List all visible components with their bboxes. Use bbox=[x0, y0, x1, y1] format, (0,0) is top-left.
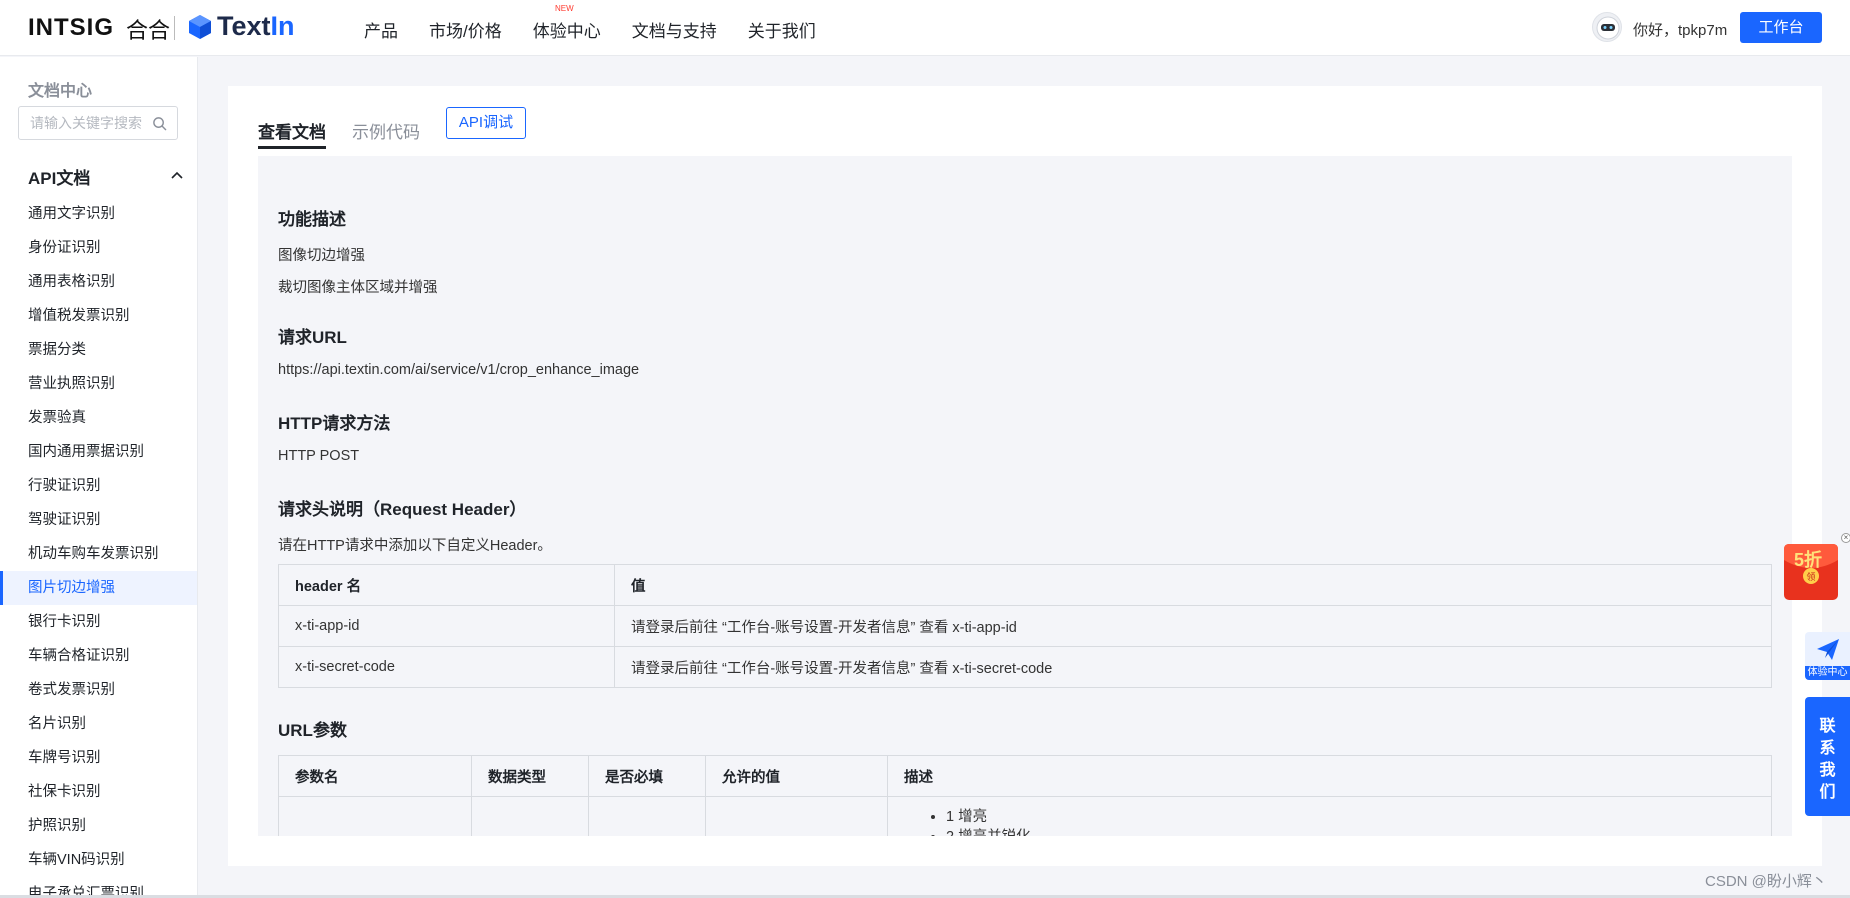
promo-badge-text: 领 bbox=[1806, 571, 1815, 583]
nav-docs-support[interactable]: 文档与支持 bbox=[632, 17, 717, 42]
workspace-button[interactable]: 工作台 bbox=[1740, 12, 1822, 43]
sidebar-item-business-card[interactable]: 名片识别 bbox=[0, 707, 197, 741]
chevron-up-icon[interactable] bbox=[170, 168, 184, 182]
sidebar-item-license-plate[interactable]: 车牌号识别 bbox=[0, 741, 197, 775]
sidebar-item-table[interactable]: 通用表格识别 bbox=[0, 265, 197, 299]
table-cell bbox=[471, 796, 589, 836]
new-badge: NEW bbox=[555, 4, 574, 13]
table-row: 1 增亮 2 增亮并锐化 bbox=[278, 796, 1772, 836]
nav-experience-center[interactable]: 体验中心 bbox=[533, 17, 601, 42]
promo-close-icon[interactable]: × bbox=[1841, 533, 1850, 543]
promo-discount-badge[interactable]: 领 5折 bbox=[1782, 540, 1840, 602]
sidebar-item-receipt-classify[interactable]: 票据分类 bbox=[0, 333, 197, 367]
main-nav: 产品 市场/价格 NEW 体验中心 文档与支持 关于我们 bbox=[364, 4, 847, 42]
list-item: 2 增亮并锐化 bbox=[946, 827, 1771, 836]
intsig-logo[interactable]: INTSIG bbox=[28, 14, 114, 42]
section-heading-request-header: 请求头说明（Request Header） bbox=[278, 500, 527, 519]
nav-products[interactable]: 产品 bbox=[364, 17, 398, 42]
table-cell: x-ti-secret-code bbox=[278, 646, 615, 688]
tab-api-debug-button[interactable]: API调试 bbox=[446, 107, 526, 139]
search-input[interactable] bbox=[30, 107, 155, 139]
sidebar-item-vehicle-purchase-invoice[interactable]: 机动车购车发票识别 bbox=[0, 537, 197, 571]
table-cell: 请登录后前往 “工作台-账号设置-开发者信息” 查看 x-ti-secret-c… bbox=[614, 646, 1772, 688]
logo-divider bbox=[174, 16, 175, 40]
sidebar-item-bank-card[interactable]: 银行卡识别 bbox=[0, 605, 197, 639]
column-header-value: 值 bbox=[614, 564, 1772, 606]
table-cell: 请登录后前往 “工作台-账号设置-开发者信息” 查看 x-ti-app-id bbox=[614, 605, 1772, 647]
table-cell bbox=[588, 796, 706, 836]
sidebar-item-id-card[interactable]: 身份证识别 bbox=[0, 231, 197, 265]
sidebar-title: 文档中心 bbox=[28, 83, 93, 100]
table-row: x-ti-app-id 请登录后前往 “工作台-账号设置-开发者信息” 查看 x… bbox=[278, 605, 1772, 647]
table-cell bbox=[705, 796, 888, 836]
header-table: header 名 值 x-ti-app-id 请登录后前往 “工作台-账号设置-… bbox=[278, 564, 1772, 688]
promo-text: 5折 bbox=[1794, 550, 1823, 570]
http-method-value: HTTP POST bbox=[278, 448, 360, 464]
function-line-2: 裁切图像主体区域并增强 bbox=[278, 280, 438, 296]
sidebar-menu: 通用文字识别 身份证识别 通用表格识别 增值税发票识别 票据分类 营业执照识别 … bbox=[0, 197, 197, 898]
api-doc-panel: 功能描述 图像切边增强 裁切图像主体区域并增强 请求URL https://ap… bbox=[258, 156, 1792, 836]
search-icon[interactable] bbox=[152, 116, 167, 131]
experience-center-widget[interactable]: 体验中心 bbox=[1805, 632, 1850, 680]
sidebar-item-driver-license[interactable]: 驾驶证识别 bbox=[0, 503, 197, 537]
tab-view-docs[interactable]: 查看文档 bbox=[258, 118, 326, 149]
table-header-row: 参数名 数据类型 是否必填 允许的值 描述 bbox=[278, 755, 1772, 797]
sidebar-item-invoice-verify[interactable]: 发票验真 bbox=[0, 401, 197, 435]
main-content-card: 查看文档 示例代码 API调试 功能描述 图像切边增强 裁切图像主体区域并增强 … bbox=[228, 86, 1822, 866]
contact-us-button[interactable]: 联系我们 bbox=[1805, 697, 1850, 816]
section-heading-function: 功能描述 bbox=[278, 210, 346, 229]
nav-market-pricing[interactable]: 市场/价格 NEW bbox=[429, 4, 574, 42]
request-header-desc: 请在HTTP请求中添加以下自定义Header。 bbox=[278, 538, 552, 554]
sidebar-item-domestic-receipt[interactable]: 国内通用票据识别 bbox=[0, 435, 197, 469]
column-header-required: 是否必填 bbox=[588, 755, 706, 797]
column-header-description: 描述 bbox=[887, 755, 1772, 797]
sidebar-item-crop-enhance[interactable]: 图片切边增强 bbox=[0, 571, 197, 605]
top-navbar: INTSIG 合合 TextIn 产品 市场/价格 NEW 体验中心 文档与支持 … bbox=[0, 0, 1850, 56]
table-row: x-ti-secret-code 请登录后前往 “工作台-账号设置-开发者信息”… bbox=[278, 646, 1772, 688]
section-title: API文档 bbox=[28, 169, 91, 188]
table-header-row: header 名 值 bbox=[278, 564, 1772, 606]
section-heading-request-url: 请求URL bbox=[278, 328, 347, 347]
sidebar-item-passport[interactable]: 护照识别 bbox=[0, 809, 197, 843]
section-heading-url-params: URL参数 bbox=[278, 721, 347, 740]
table-cell bbox=[278, 796, 472, 836]
avatar[interactable] bbox=[1592, 12, 1622, 42]
csdn-watermark: CSDN @盼小辉丶 bbox=[1705, 873, 1827, 890]
tab-sample-code[interactable]: 示例代码 bbox=[352, 118, 420, 143]
column-header-data-type: 数据类型 bbox=[471, 755, 589, 797]
sidebar-item-vehicle-certificate[interactable]: 车辆合格证识别 bbox=[0, 639, 197, 673]
table-cell: x-ti-app-id bbox=[278, 605, 615, 647]
robot-avatar-icon bbox=[1596, 16, 1620, 40]
function-line-1: 图像切边增强 bbox=[278, 248, 365, 264]
sidebar-item-vehicle-license[interactable]: 行驶证识别 bbox=[0, 469, 197, 503]
sidebar-item-social-security[interactable]: 社保卡识别 bbox=[0, 775, 197, 809]
column-header-param-name: 参数名 bbox=[278, 755, 472, 797]
textin-logo[interactable]: TextIn bbox=[217, 11, 295, 42]
sidebar-item-vin[interactable]: 车辆VIN码识别 bbox=[0, 843, 197, 877]
sidebar-item-business-license[interactable]: 营业执照识别 bbox=[0, 367, 197, 401]
api-docs-section-header[interactable]: API文档 bbox=[28, 164, 188, 188]
paper-plane-icon bbox=[1817, 639, 1839, 660]
sidebar-item-roll-invoice[interactable]: 卷式发票识别 bbox=[0, 673, 197, 707]
sidebar-search bbox=[18, 106, 178, 140]
section-heading-http-method: HTTP请求方法 bbox=[278, 414, 391, 433]
sidebar-item-general-ocr[interactable]: 通用文字识别 bbox=[0, 197, 197, 231]
contact-us-label: 联系我们 bbox=[1819, 718, 1836, 801]
sidebar: 文档中心 API文档 通用文字识别 身份证识别 通用表格识别 增值税发票识别 票… bbox=[0, 57, 198, 898]
params-table: 参数名 数据类型 是否必填 允许的值 描述 1 增亮 2 增亮并锐化 bbox=[278, 755, 1772, 836]
textin-cube-icon[interactable] bbox=[187, 14, 213, 40]
experience-center-label: 体验中心 bbox=[1805, 666, 1850, 680]
table-cell: 1 增亮 2 增亮并锐化 bbox=[887, 796, 1772, 836]
column-header-allowed-values: 允许的值 bbox=[705, 755, 888, 797]
hehe-logo[interactable]: 合合 bbox=[126, 13, 170, 45]
column-header-name: header 名 bbox=[278, 564, 615, 606]
user-greeting[interactable]: 你好，tpkp7m bbox=[1633, 19, 1727, 40]
sidebar-item-vat-invoice[interactable]: 增值税发票识别 bbox=[0, 299, 197, 333]
nav-about-us[interactable]: 关于我们 bbox=[748, 17, 816, 42]
request-url-value: https://api.textin.com/ai/service/v1/cro… bbox=[278, 362, 640, 378]
list-item: 1 增亮 bbox=[946, 807, 1771, 827]
